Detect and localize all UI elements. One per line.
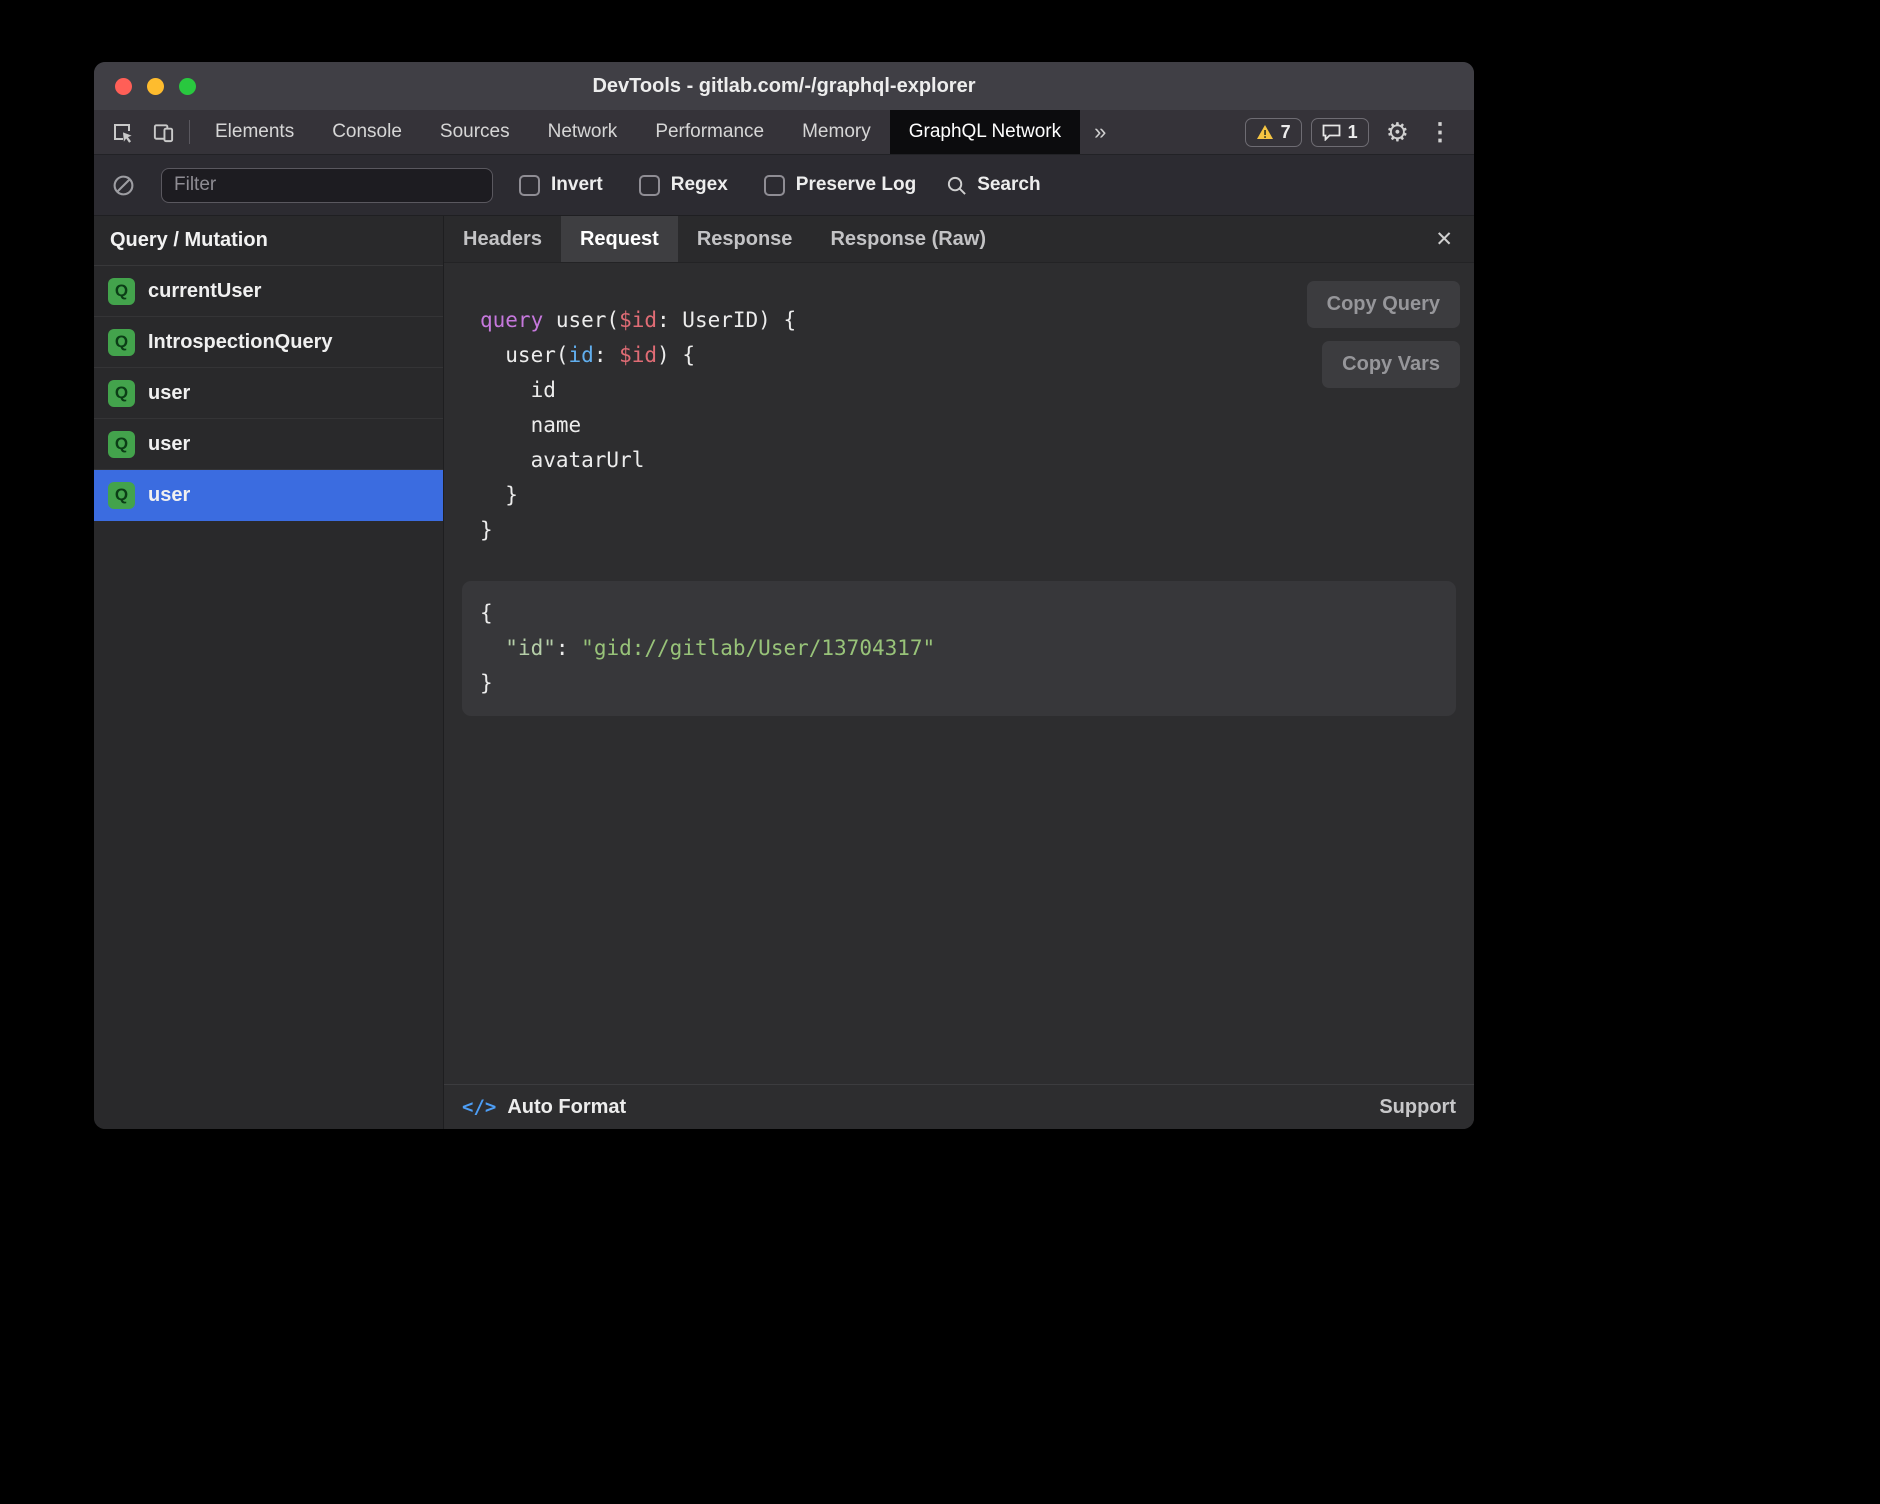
code-line: {: [480, 596, 1438, 631]
variables-box: { "id": "gid://gitlab/User/13704317"}: [462, 581, 1456, 716]
tab-sources[interactable]: Sources: [421, 110, 529, 154]
filter-input[interactable]: [161, 168, 493, 203]
checkbox-box[interactable]: [639, 175, 660, 196]
copy-query-button[interactable]: Copy Query: [1307, 281, 1460, 328]
panel-tabrow: HeadersRequestResponseResponse (Raw) ✕: [444, 216, 1474, 263]
devtools-tabbar: ElementsConsoleSourcesNetworkPerformance…: [94, 110, 1474, 155]
tab-elements[interactable]: Elements: [196, 110, 313, 154]
panel-tab-request[interactable]: Request: [561, 216, 678, 262]
tab-console[interactable]: Console: [313, 110, 421, 154]
query-type-badge: Q: [108, 482, 135, 509]
titlebar: DevTools - gitlab.com/-/graphql-explorer: [94, 62, 1474, 110]
block-clear-icon[interactable]: [112, 174, 135, 197]
code-line: }: [480, 666, 1438, 701]
tab-graphql-network[interactable]: GraphQL Network: [890, 110, 1080, 154]
panel-tab-response-raw[interactable]: Response (Raw): [811, 216, 1005, 262]
sidebar-item-label: user: [148, 433, 190, 456]
chat-bubble-icon: [1322, 124, 1341, 141]
sidebar-item-label: IntrospectionQuery: [148, 331, 332, 354]
sidebar-item-user[interactable]: Quser: [94, 470, 443, 521]
sidebar-item-currentuser[interactable]: QcurrentUser: [94, 266, 443, 317]
checkbox-label: Regex: [671, 174, 728, 196]
inspect-element-icon[interactable]: [110, 120, 134, 144]
code-brackets-icon[interactable]: </>: [462, 1096, 496, 1118]
warning-icon: [1256, 124, 1274, 140]
checkbox-preserve-log[interactable]: Preserve Log: [764, 174, 916, 196]
checkbox-box[interactable]: [764, 175, 785, 196]
messages-badge[interactable]: 1: [1311, 118, 1369, 147]
more-tabs-chevron[interactable]: »: [1080, 110, 1120, 154]
search-label: Search: [977, 174, 1040, 196]
main-split: Query / Mutation QcurrentUserQIntrospect…: [94, 216, 1474, 1129]
code-line: name: [480, 408, 1456, 443]
panel-tabs: HeadersRequestResponseResponse (Raw): [444, 216, 1005, 262]
close-panel-button[interactable]: ✕: [1414, 216, 1474, 262]
checkbox-label: Preserve Log: [796, 174, 916, 196]
checkbox-regex[interactable]: Regex: [639, 174, 728, 196]
settings-gear-icon[interactable]: ⚙: [1386, 119, 1409, 145]
sidebar-item-user[interactable]: Quser: [94, 419, 443, 470]
close-window-button[interactable]: [115, 78, 132, 95]
search-icon: [946, 175, 967, 196]
query-type-badge: Q: [108, 431, 135, 458]
tabbar-left-icons: [94, 110, 189, 154]
copy-buttons: Copy Query Copy Vars: [1307, 281, 1460, 388]
checkbox-invert[interactable]: Invert: [519, 174, 603, 196]
sidebar-item-introspectionquery[interactable]: Q IntrospectionQuery: [94, 317, 443, 368]
search-control[interactable]: Search: [946, 174, 1040, 196]
panel-footer: </> Auto Format Support: [444, 1084, 1474, 1129]
sidebar: Query / Mutation QcurrentUserQIntrospect…: [94, 216, 444, 1129]
variables-code: { "id": "gid://gitlab/User/13704317"}: [480, 596, 1438, 701]
detail-panel: HeadersRequestResponseResponse (Raw) ✕ C…: [444, 216, 1474, 1129]
device-toolbar-icon[interactable]: [152, 121, 175, 144]
code-line: avatarUrl: [480, 443, 1456, 478]
checkbox-label: Invert: [551, 174, 603, 196]
copy-vars-button[interactable]: Copy Vars: [1322, 341, 1460, 388]
tab-performance[interactable]: Performance: [636, 110, 783, 154]
query-type-badge: Q: [108, 329, 135, 356]
checkbox-box[interactable]: [519, 175, 540, 196]
sidebar-item-user[interactable]: Quser: [94, 368, 443, 419]
sidebar-item-label: user: [148, 382, 190, 405]
query-type-badge: Q: [108, 380, 135, 407]
panel-tab-response[interactable]: Response: [678, 216, 812, 262]
kebab-menu-icon[interactable]: ⋮: [1422, 118, 1458, 147]
sidebar-item-label: user: [148, 484, 190, 507]
separator: [189, 120, 190, 144]
zoom-window-button[interactable]: [179, 78, 196, 95]
traffic-lights: [115, 62, 196, 110]
code-line: }: [480, 513, 1456, 548]
devtools-tabbar-tabs: ElementsConsoleSourcesNetworkPerformance…: [196, 110, 1080, 154]
code-line: "id": "gid://gitlab/User/13704317": [480, 631, 1438, 666]
tab-memory[interactable]: Memory: [783, 110, 890, 154]
devtools-window: DevTools - gitlab.com/-/graphql-explorer…: [94, 62, 1474, 1129]
tab-network[interactable]: Network: [529, 110, 637, 154]
auto-format-button[interactable]: Auto Format: [507, 1096, 626, 1119]
support-link[interactable]: Support: [1379, 1096, 1456, 1119]
request-content: Copy Query Copy Vars query user($id: Use…: [444, 263, 1474, 1084]
filter-toolbar: Invert Regex Preserve Log Search: [94, 155, 1474, 216]
code-line: }: [480, 478, 1456, 513]
sidebar-item-label: currentUser: [148, 280, 261, 303]
toolbar-checkboxes: Invert Regex Preserve Log: [519, 174, 916, 196]
warning-count: 7: [1281, 122, 1291, 143]
query-type-badge: Q: [108, 278, 135, 305]
window-title: DevTools - gitlab.com/-/graphql-explorer: [592, 75, 975, 98]
sidebar-header: Query / Mutation: [94, 216, 443, 266]
panel-tab-headers[interactable]: Headers: [444, 216, 561, 262]
sidebar-list: QcurrentUserQIntrospectionQueryQuserQuse…: [94, 266, 443, 1129]
message-count: 1: [1348, 122, 1358, 143]
minimize-window-button[interactable]: [147, 78, 164, 95]
warnings-badge[interactable]: 7: [1245, 118, 1302, 147]
tabbar-right-controls: 7 1 ⚙ ⋮: [1245, 110, 1474, 154]
